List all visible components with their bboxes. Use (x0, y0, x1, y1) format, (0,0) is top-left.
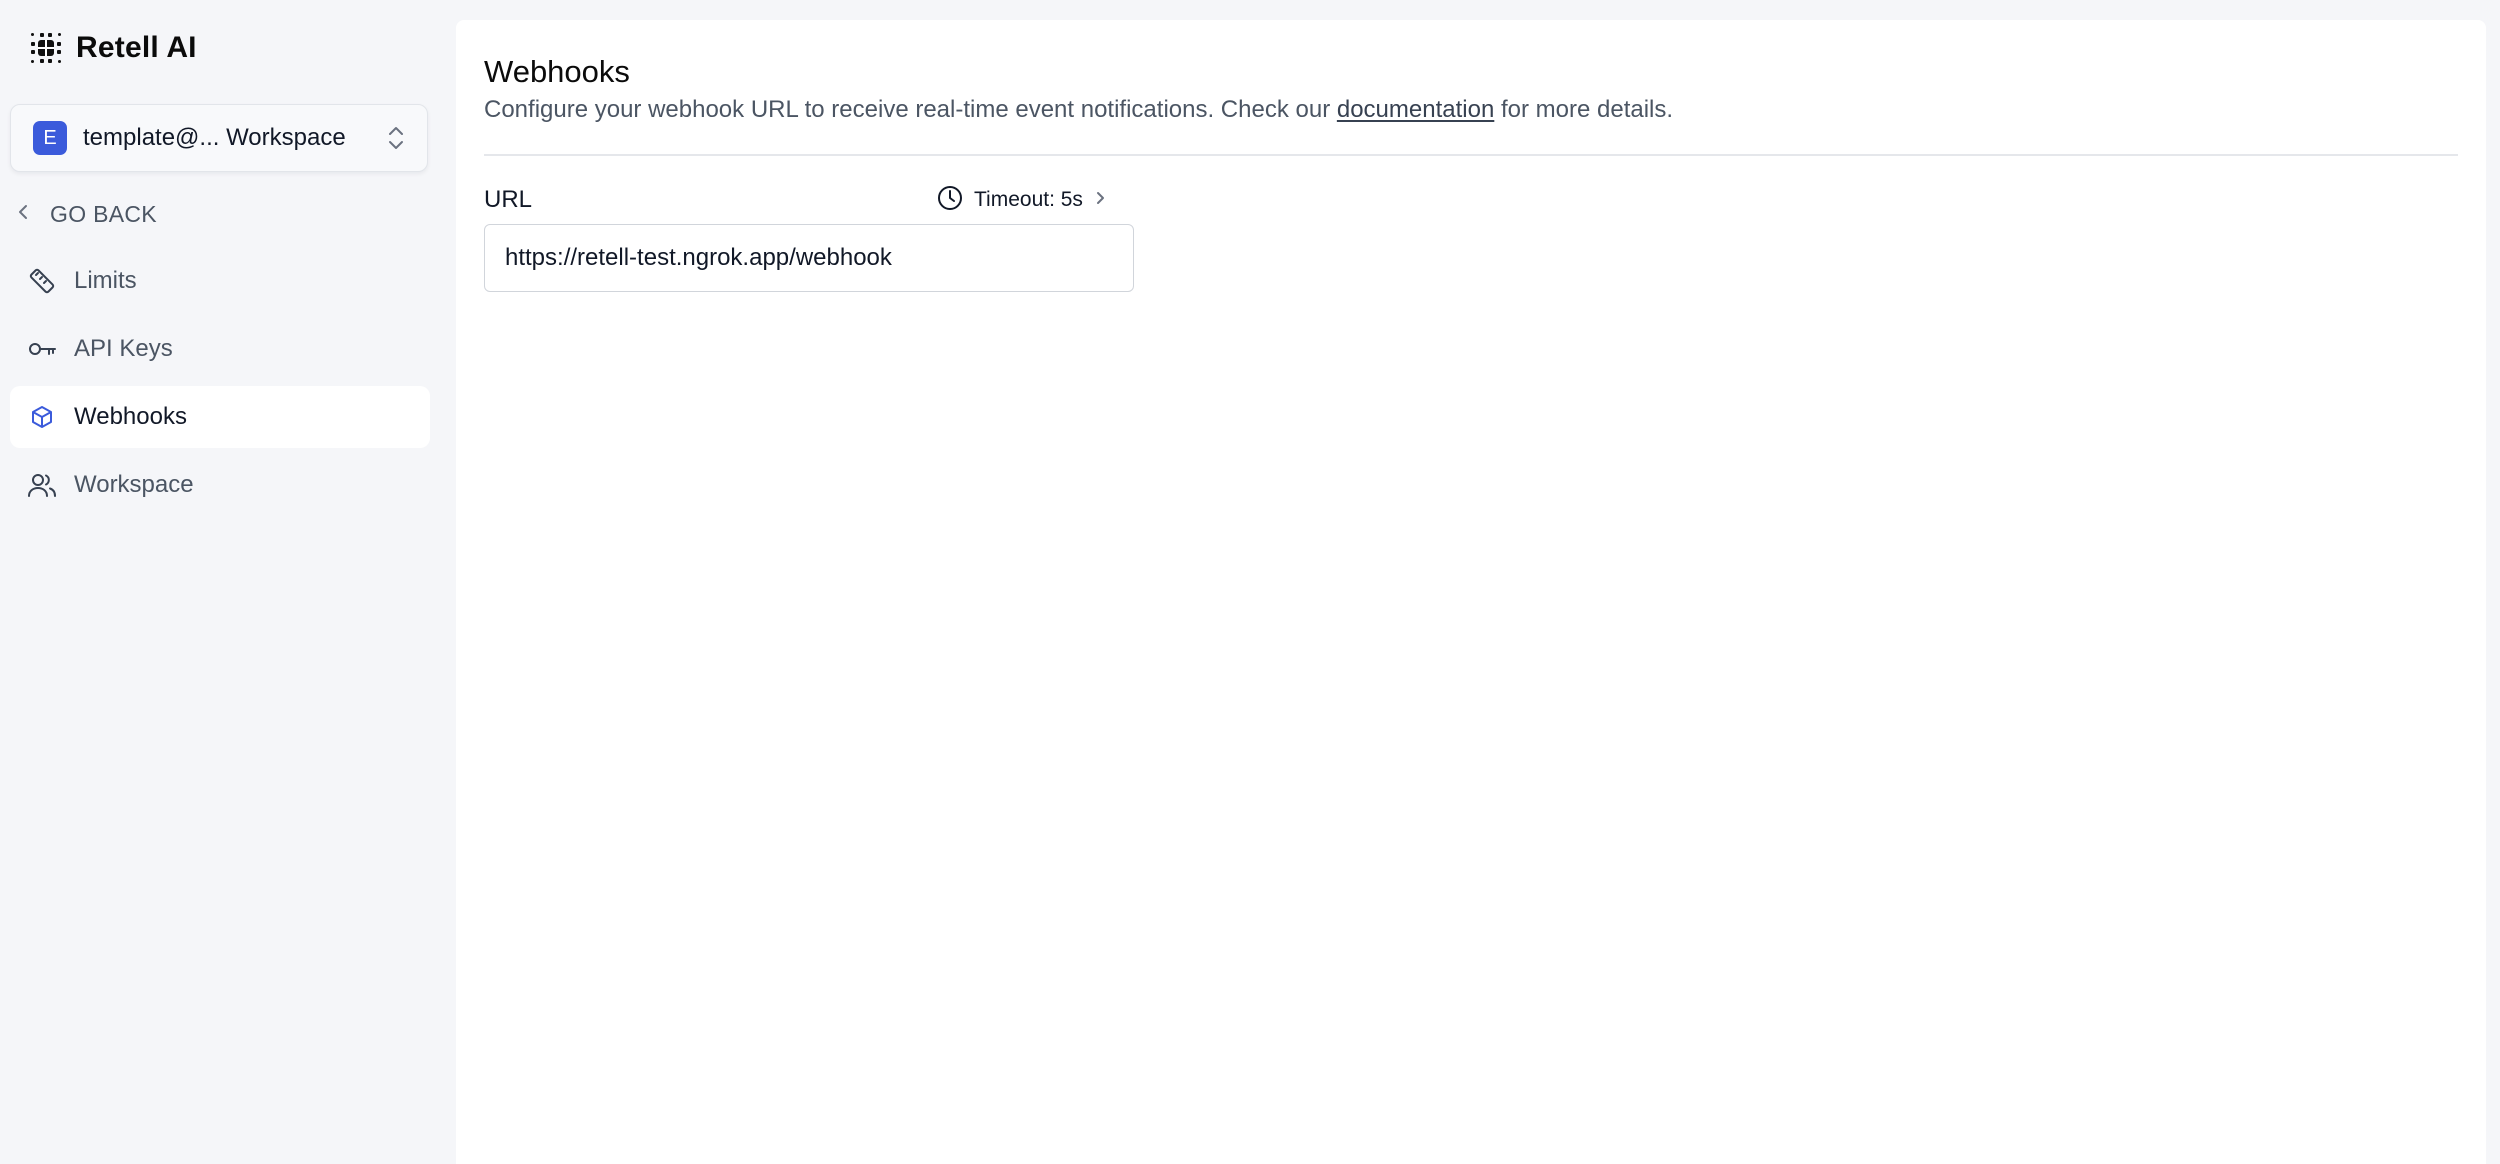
workspace-avatar: E (33, 121, 67, 155)
retell-logo-icon (28, 30, 64, 66)
webhook-cube-icon (26, 401, 58, 433)
webhook-url-input[interactable] (484, 224, 1134, 292)
users-icon (26, 469, 58, 501)
sidebar-item-label: Webhooks (74, 403, 187, 430)
divider (484, 154, 2458, 156)
go-back-link[interactable]: GO BACK (16, 196, 157, 232)
chevron-left-icon (16, 202, 30, 227)
sidebar-item-api-keys[interactable]: API Keys (10, 318, 430, 380)
sidebar-nav: Limits API Keys Webhooks Workspace (10, 250, 430, 522)
timeout-label: Timeout: 5s (974, 188, 1083, 211)
workspace-label: template@... Workspace (83, 124, 346, 151)
app-root: Retell AI E template@... Workspace GO BA… (0, 0, 2500, 1164)
sidebar: Retell AI E template@... Workspace GO BA… (0, 0, 450, 1164)
sidebar-item-label: Workspace (74, 471, 194, 498)
description-prefix: Configure your webhook URL to receive re… (484, 96, 1337, 123)
sidebar-item-limits[interactable]: Limits (10, 250, 430, 312)
documentation-link[interactable]: documentation (1337, 96, 1494, 123)
chevron-up-down-icon (385, 123, 407, 153)
key-icon (26, 333, 58, 365)
brand[interactable]: Retell AI (28, 26, 197, 70)
brand-name: Retell AI (76, 31, 197, 64)
sidebar-item-label: Limits (74, 267, 137, 294)
url-field-label: URL (484, 186, 533, 213)
page-title: Webhooks (484, 54, 630, 89)
main-panel: Webhooks Configure your webhook URL to r… (456, 20, 2486, 1164)
sidebar-item-workspace[interactable]: Workspace (10, 454, 430, 516)
description-suffix: for more details. (1494, 96, 1674, 123)
timeout-button[interactable]: Timeout: 5s (936, 182, 1107, 218)
chevron-right-icon (1093, 188, 1107, 213)
ruler-icon (26, 265, 58, 297)
sidebar-item-webhooks[interactable]: Webhooks (10, 386, 430, 448)
page-description: Configure your webhook URL to receive re… (484, 96, 1673, 124)
clock-icon (936, 184, 964, 217)
go-back-label: GO BACK (50, 200, 157, 227)
sidebar-item-label: API Keys (74, 335, 173, 362)
workspace-switcher[interactable]: E template@... Workspace (10, 104, 428, 172)
